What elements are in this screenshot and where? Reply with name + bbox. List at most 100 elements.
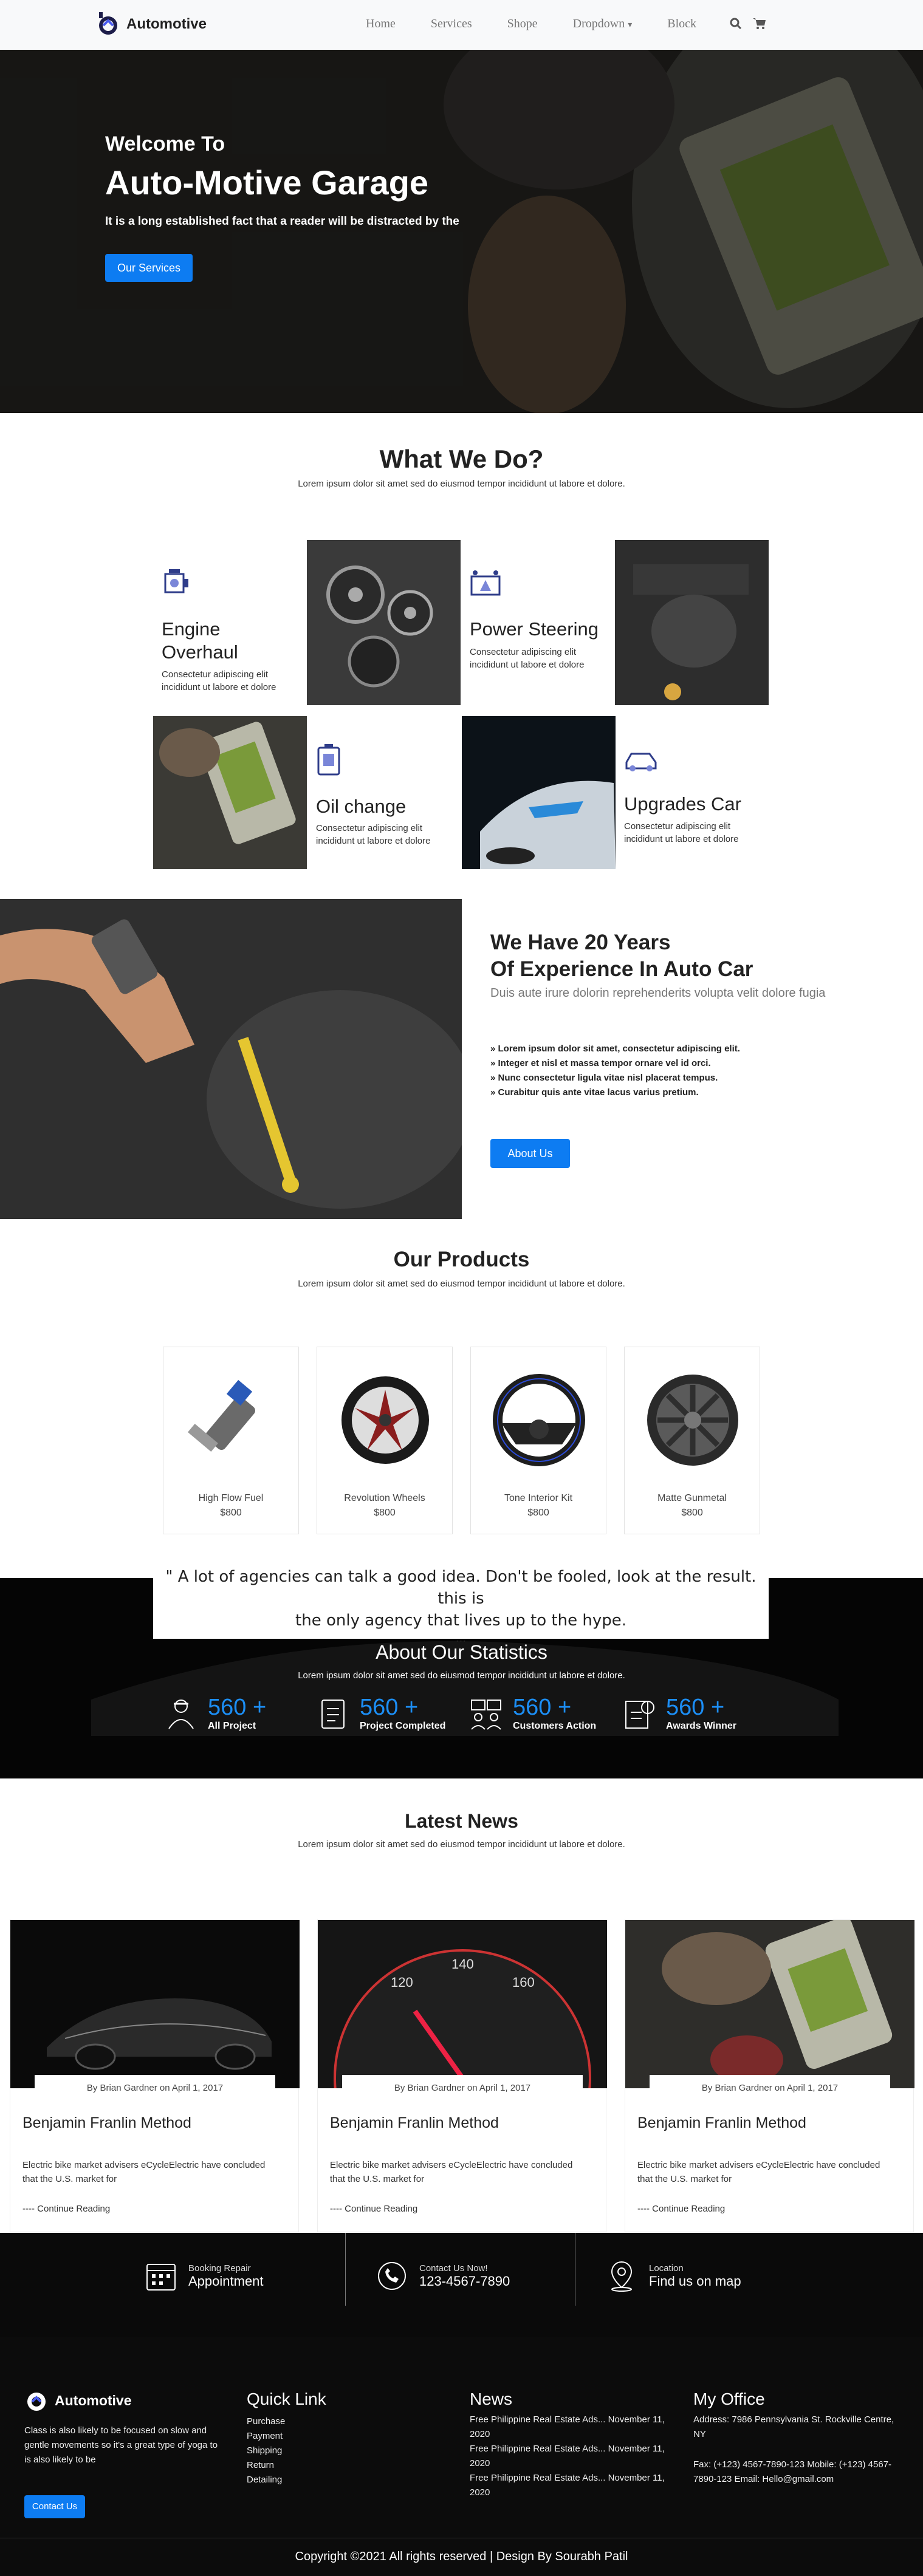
quick-links: Purchase Payment Shipping Return Detaili…: [247, 2414, 285, 2487]
news-card[interactable]: 120 140 160 By Brian Gardner on April 1, 2…: [317, 1919, 607, 2232]
wheel-image: [341, 1376, 429, 1464]
footer-link-shipping[interactable]: Shipping: [247, 2444, 285, 2458]
news-card-text: Electric bike market advisers eCycleElec…: [22, 2160, 266, 2184]
news-card[interactable]: By Brian Gardner on April 1, 2017 Benjam…: [625, 1919, 914, 2232]
map-pin-icon: [611, 2261, 633, 2292]
quote-line2: the only agency that lives up to the hyp…: [295, 1611, 626, 1630]
news-image-oil-change: [625, 1920, 914, 2088]
news-card-text: Electric bike market advisers eCycleElec…: [637, 2160, 880, 2184]
experience-subtitle: Duis aute irure dolorin reprehenderits v…: [490, 986, 826, 1000]
footer-news-item[interactable]: Free Philippine Real Estate Ads... Novem…: [470, 2413, 676, 2442]
nav-home[interactable]: Home: [366, 17, 396, 31]
contact-big-label: Appointment: [188, 2273, 264, 2289]
nav-block[interactable]: Block: [667, 17, 696, 31]
contact-big-label: 123-4567-7890: [419, 2273, 510, 2289]
footer-news-list: Free Philippine Real Estate Ads... Novem…: [470, 2413, 676, 2500]
contact-small-label: Contact Us Now!: [419, 2263, 488, 2274]
footer-brand[interactable]: Automotive: [24, 2387, 132, 2414]
product-price: $800: [681, 1508, 703, 1518]
brand-logo[interactable]: Automotive: [96, 9, 207, 40]
footer-link-detailing[interactable]: Detailing: [247, 2473, 285, 2487]
our-services-button[interactable]: Our Services: [105, 254, 193, 282]
nav-dropdown[interactable]: Dropdown ▾: [573, 17, 633, 31]
experience-title: We Have 20 Years Of Experience In Auto Ca…: [490, 929, 753, 983]
mechanic-oil-dipstick-image: [0, 899, 462, 1219]
svg-text:160: 160: [512, 1975, 535, 1990]
news-card-title[interactable]: Benjamin Franlin Method: [22, 2114, 191, 2132]
product-card[interactable]: Revolution Wheels $800: [317, 1347, 453, 1534]
services-title: What We Do?: [379, 445, 544, 473]
list-item: » Lorem ipsum dolor sit amet, consectetu…: [490, 1044, 740, 1054]
service-oil-title: Oil change: [316, 796, 407, 817]
product-card[interactable]: Matte Gunmetal $800: [624, 1347, 760, 1534]
footer-link-purchase[interactable]: Purchase: [247, 2414, 285, 2429]
svg-text:120: 120: [391, 1975, 413, 1990]
product-price: $800: [374, 1508, 396, 1518]
customers-icon: [471, 1699, 501, 1730]
stat-label: Customers Action: [513, 1721, 597, 1731]
footer-news-item[interactable]: Free Philippine Real Estate Ads... Novem…: [470, 2442, 676, 2471]
clipboard-icon: [321, 1699, 345, 1729]
product-name: High Flow Fuel: [198, 1493, 264, 1503]
booking-repair-item[interactable]: Booking Repair Appointment: [145, 2260, 264, 2292]
footer-link-payment[interactable]: Payment: [247, 2429, 285, 2444]
oil-change-image: [153, 716, 307, 869]
contact-us-button[interactable]: Contact Us: [24, 2495, 85, 2518]
award-icon: [625, 1700, 654, 1729]
nav-links: Home Services Shope Dropdown ▾ Block: [366, 17, 732, 31]
navbar: Automotive Home Services Shope Dropdown …: [0, 0, 923, 50]
service-steering-text: Consectetur adipiscing elit incididunt u…: [470, 647, 585, 670]
stat-item: 560 + Awards Winner: [621, 1695, 736, 1732]
search-icon[interactable]: [729, 17, 743, 30]
location-item[interactable]: Location Find us on map: [605, 2260, 741, 2292]
nav-services[interactable]: Services: [431, 17, 472, 31]
product-card[interactable]: Tone Interior Kit $800: [470, 1347, 606, 1534]
my-office-title: My Office: [693, 2390, 765, 2408]
office-address: Address: 7986 Pennsylvania St. Rockville…: [693, 2414, 894, 2439]
contact-phone-item[interactable]: Contact Us Now! 123-4567-7890: [376, 2260, 510, 2292]
engine-icon: [164, 569, 188, 593]
service-upgrades-title: Upgrades Car: [624, 793, 741, 815]
news-byline: By Brian Gardner on April 1, 2017: [342, 2075, 583, 2102]
nav-shope[interactable]: Shope: [507, 17, 538, 31]
stat-item: 560 + All Project: [163, 1695, 266, 1732]
hero-overlay: [0, 50, 923, 413]
stat-value: 560 +: [208, 1695, 267, 1720]
contact-small-label: Booking Repair: [188, 2263, 251, 2274]
engine-image: [307, 540, 461, 705]
about-us-button[interactable]: About Us: [490, 1139, 570, 1168]
car-upgrade-icon: [625, 753, 657, 771]
experience-title-line2: Of Experience In Auto Car: [490, 957, 753, 981]
footer-link-return[interactable]: Return: [247, 2458, 285, 2473]
news-card-text: Electric bike market advisers eCycleElec…: [330, 2160, 573, 2184]
continue-reading-link[interactable]: ---- Continue Reading: [22, 2204, 110, 2214]
svg-text:140: 140: [451, 1956, 474, 1972]
news-subtitle: Lorem ipsum dolor sit amet sed do eiusmo…: [298, 1839, 625, 1850]
cart-icon[interactable]: [752, 17, 767, 30]
services-subtitle: Lorem ipsum dolor sit amet sed do eiusmo…: [298, 479, 625, 489]
hero-tagline: It is a long established fact that a rea…: [105, 215, 459, 228]
service-engine-text: Consectetur adipiscing elit incididunt u…: [162, 669, 276, 692]
contact-small-label: Location: [649, 2263, 684, 2274]
news-card[interactable]: By Brian Gardner on April 1, 2017 Benjam…: [10, 1919, 300, 2232]
stat-label: Project Completed: [360, 1721, 446, 1731]
footer-news-item[interactable]: Free Philippine Real Estate Ads... Novem…: [470, 2471, 676, 2500]
continue-reading-link[interactable]: ---- Continue Reading: [637, 2204, 725, 2214]
product-price: $800: [527, 1508, 549, 1518]
testimonial-quote: " A lot of agencies can talk a good idea…: [153, 1560, 769, 1645]
stat-value: 560 +: [666, 1695, 725, 1720]
nav-icons: [729, 17, 767, 30]
hero-banner: Welcome To Auto-Motive Garage It is a lo…: [0, 50, 923, 413]
footer-about: Class is also likely to be focused on sl…: [24, 2425, 218, 2465]
upgrades-car-image: [462, 716, 616, 869]
news-card-title[interactable]: Benjamin Franlin Method: [637, 2114, 806, 2132]
news-byline: By Brian Gardner on April 1, 2017: [35, 2075, 275, 2102]
continue-reading-link[interactable]: ---- Continue Reading: [330, 2204, 417, 2214]
list-item: » Curabitur quis ante vitae lacus varius…: [490, 1087, 699, 1098]
quote-line1: " A lot of agencies can talk a good idea…: [165, 1568, 757, 1608]
news-card-title[interactable]: Benjamin Franlin Method: [330, 2114, 499, 2132]
footer-brand-name: Automotive: [55, 2392, 132, 2408]
news-image-black-car: [10, 1920, 300, 2088]
products-subtitle: Lorem ipsum dolor sit amet sed do eiusmo…: [298, 1279, 625, 1289]
product-card[interactable]: High Flow Fuel $800: [163, 1347, 299, 1534]
